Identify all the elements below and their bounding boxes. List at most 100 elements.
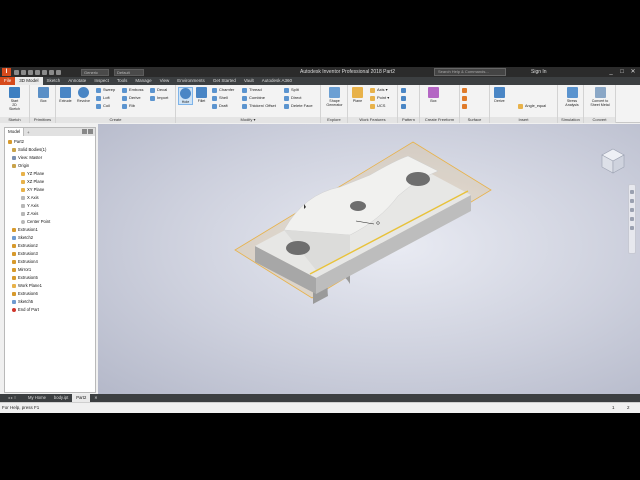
- tab-get-started[interactable]: Get Started: [209, 77, 240, 85]
- thicken-offset-button[interactable]: Thicken/ Offset: [242, 102, 276, 110]
- doc-tab-body[interactable]: body.ipt: [50, 394, 72, 402]
- doc-tab-my-home[interactable]: My Home: [24, 394, 50, 402]
- new-icon[interactable]: [14, 69, 19, 75]
- look-at-icon[interactable]: [630, 226, 634, 230]
- tab-view[interactable]: View: [156, 77, 174, 85]
- convert-sheet-metal-button[interactable]: Convert to Sheet Metal: [587, 87, 613, 107]
- steering-wheel-icon[interactable]: [630, 190, 634, 194]
- tree-node-xy-plane[interactable]: XY Plane: [21, 186, 44, 194]
- emboss-button[interactable]: Emboss: [122, 86, 143, 94]
- close-tab-icon[interactable]: ✕: [90, 394, 102, 402]
- tab-manage[interactable]: Manage: [131, 77, 155, 85]
- home-icon[interactable]: [49, 69, 54, 75]
- tab-file[interactable]: File: [0, 77, 16, 85]
- draft-button[interactable]: Draft: [212, 102, 228, 110]
- mirror-button[interactable]: [401, 102, 408, 110]
- tree-node-center-point[interactable]: Center Point: [21, 218, 50, 226]
- loft-button[interactable]: Loft: [96, 94, 110, 102]
- undo-icon[interactable]: [35, 69, 40, 75]
- rectangular-pattern-button[interactable]: [401, 86, 408, 94]
- menu-icon[interactable]: [88, 129, 93, 134]
- chamfer-button[interactable]: Chamfer: [212, 86, 234, 94]
- shape-generator-button[interactable]: Shape Generator: [324, 87, 345, 107]
- decal-button[interactable]: Decal: [150, 86, 167, 94]
- fillet-button[interactable]: Fillet: [194, 87, 209, 103]
- pan-icon[interactable]: [630, 199, 634, 203]
- search-icon[interactable]: [82, 129, 87, 134]
- open-icon[interactable]: [21, 69, 26, 75]
- import-button[interactable]: Import: [150, 94, 168, 102]
- viewcube[interactable]: [598, 146, 628, 176]
- shell-button[interactable]: Shell: [212, 94, 228, 102]
- tree-node-end-of-part[interactable]: End of Part: [12, 306, 39, 314]
- zoom-icon[interactable]: [630, 208, 634, 212]
- tab-scroll-arrows[interactable]: ◂ ▸ ≡: [0, 394, 24, 402]
- stress-analysis-button[interactable]: Stress Analysis: [563, 87, 581, 107]
- tab-3d-model[interactable]: 3D Model: [15, 77, 43, 85]
- surface-tool-1[interactable]: [462, 86, 469, 94]
- redo-icon[interactable]: [42, 69, 47, 75]
- tree-node-extrusion4[interactable]: Extrusion4: [12, 258, 38, 266]
- sign-in-link[interactable]: Sign In: [531, 69, 547, 75]
- tree-node-origin[interactable]: Origin: [12, 162, 29, 170]
- insert-derive-button[interactable]: Derive: [492, 87, 507, 103]
- direct-button[interactable]: Direct: [284, 94, 301, 102]
- coil-button[interactable]: Coil: [96, 102, 110, 110]
- tree-node-z-axis[interactable]: Z Axis: [21, 210, 38, 218]
- tree-node-mirror1[interactable]: Mirror1: [12, 266, 31, 274]
- tree-node-extrusion5[interactable]: Extrusion5: [12, 274, 38, 282]
- browser-tab-model[interactable]: Model: [5, 128, 25, 136]
- tree-node-work-plane1[interactable]: Work Plane1: [12, 282, 42, 290]
- tree-node-extrusion6[interactable]: Extrusion6: [12, 290, 38, 298]
- delete-face-button[interactable]: Delete Face: [284, 102, 313, 110]
- tab-tools[interactable]: Tools: [113, 77, 132, 85]
- close-button[interactable]: ✕: [628, 68, 638, 76]
- graphics-viewport[interactable]: [98, 124, 640, 395]
- tree-node-yz-plane[interactable]: YZ Plane: [21, 170, 44, 178]
- search-input[interactable]: Search Help & Commands...: [434, 68, 506, 76]
- tab-sketch[interactable]: Sketch: [43, 77, 65, 85]
- circular-pattern-button[interactable]: [401, 94, 408, 102]
- tab-a360[interactable]: Autodesk A360: [258, 77, 296, 85]
- maximize-button[interactable]: □: [617, 68, 627, 76]
- tree-node-extrusion1[interactable]: Extrusion1: [12, 226, 38, 234]
- tree-node-extrusion3[interactable]: Extrusion3: [12, 250, 38, 258]
- tree-node-x-axis[interactable]: X Axis: [21, 194, 39, 202]
- tree-node-xz-plane[interactable]: XZ Plane: [21, 178, 44, 186]
- orbit-icon[interactable]: [630, 217, 634, 221]
- derive-button[interactable]: Derive: [122, 94, 141, 102]
- extrude-button[interactable]: Extrude: [58, 87, 73, 103]
- box-button[interactable]: Box: [36, 87, 51, 103]
- select-icon[interactable]: [56, 69, 61, 75]
- add-tab-button[interactable]: +: [24, 130, 32, 135]
- app-logo[interactable]: I: [2, 68, 11, 76]
- tree-node-extrusion2[interactable]: Extrusion2: [12, 242, 38, 250]
- sweep-button[interactable]: Sweep: [96, 86, 115, 94]
- point-button[interactable]: Point ▾: [370, 94, 389, 102]
- surface-tool-2[interactable]: [462, 94, 469, 102]
- tree-node-sketch5[interactable]: Sketch5: [12, 298, 33, 306]
- split-button[interactable]: Split: [284, 86, 299, 94]
- tree-node-y-axis[interactable]: Y Axis: [21, 202, 39, 210]
- tab-environments[interactable]: Environments: [173, 77, 209, 85]
- tree-node-solid-bodies[interactable]: Solid Bodies(1): [12, 146, 46, 154]
- save-icon[interactable]: [28, 69, 33, 75]
- freeform-box-button[interactable]: Box: [426, 87, 441, 103]
- tree-node-view[interactable]: View: Master: [12, 154, 42, 162]
- tab-inspect[interactable]: Inspect: [90, 77, 113, 85]
- thread-button[interactable]: Thread: [242, 86, 262, 94]
- rib-button[interactable]: Rib: [122, 102, 135, 110]
- revolve-button[interactable]: Revolve: [76, 87, 91, 103]
- appearance-dropdown[interactable]: Default: [114, 68, 144, 76]
- plane-button[interactable]: Plane: [350, 87, 365, 103]
- axis-button[interactable]: Axis ▾: [370, 86, 388, 94]
- material-dropdown[interactable]: Generic: [81, 68, 109, 76]
- tree-node-sketch2[interactable]: Sketch2: [12, 234, 33, 242]
- start-sketch-button[interactable]: Start 2D Sketch: [7, 87, 22, 111]
- ucs-button[interactable]: UCS: [370, 102, 385, 110]
- minimize-button[interactable]: _: [606, 68, 616, 76]
- hole-button[interactable]: Hole: [178, 87, 193, 105]
- parameter-dropdown[interactable]: Angle_equal: [518, 102, 546, 110]
- combine-button[interactable]: Combine: [242, 94, 265, 102]
- surface-tool-3[interactable]: [462, 102, 469, 110]
